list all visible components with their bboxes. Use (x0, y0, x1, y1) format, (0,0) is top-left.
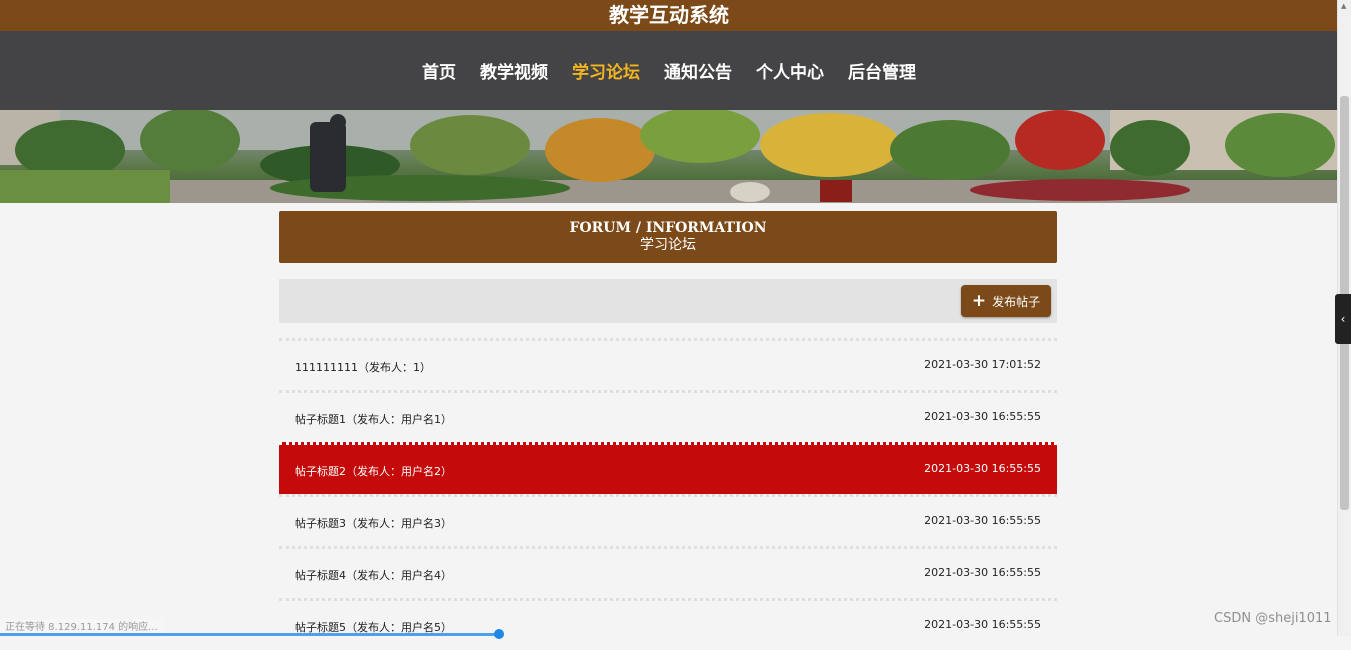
post-date: 2021-03-30 16:55:55 (924, 514, 1041, 527)
post-row-hovered[interactable]: 帖子标题2（发布人：用户名2） 2021-03-30 16:55:55 (279, 442, 1057, 494)
nav-item-notices[interactable]: 通知公告 (664, 58, 732, 83)
publish-post-button[interactable]: + 发布帖子 (961, 285, 1051, 317)
banner-image (0, 110, 1338, 203)
post-title[interactable]: 帖子标题3（发布人：用户名3） (295, 515, 452, 531)
watermark-text: CSDN @sheji1011 (1214, 611, 1332, 626)
main-nav: 首页 教学视频 学习论坛 通知公告 个人中心 后台管理 (0, 31, 1338, 110)
forum-toolbar: + 发布帖子 (279, 279, 1057, 323)
nav-item-home[interactable]: 首页 (422, 58, 456, 83)
post-row[interactable]: 111111111（发布人：1） 2021-03-30 17:01:52 (279, 338, 1057, 390)
loading-indicator-icon (494, 629, 504, 639)
post-title[interactable]: 帖子标题4（发布人：用户名4） (295, 567, 452, 583)
post-row[interactable]: 帖子标题5（发布人：用户名5） 2021-03-30 16:55:55 (279, 598, 1057, 650)
post-title[interactable]: 帖子标题1（发布人：用户名1） (295, 411, 452, 427)
post-date: 2021-03-30 16:55:55 (924, 462, 1041, 475)
post-date: 2021-03-30 16:55:55 (924, 618, 1041, 631)
nav-item-forum[interactable]: 学习论坛 (572, 58, 640, 83)
scroll-up-icon[interactable]: ▲ (1341, 2, 1346, 10)
post-list: 111111111（发布人：1） 2021-03-30 17:01:52 帖子标… (279, 338, 1057, 650)
nav-item-profile[interactable]: 个人中心 (756, 58, 824, 83)
nav-item-videos[interactable]: 教学视频 (480, 58, 548, 83)
post-row[interactable]: 帖子标题4（发布人：用户名4） 2021-03-30 16:55:55 (279, 546, 1057, 598)
chevron-left-icon: ‹ (1340, 312, 1346, 326)
site-title: 教学互动系统 (0, 0, 1338, 31)
post-date: 2021-03-30 16:55:55 (924, 566, 1041, 579)
post-row[interactable]: 帖子标题3（发布人：用户名3） 2021-03-30 16:55:55 (279, 494, 1057, 546)
publish-post-label: 发布帖子 (992, 294, 1041, 309)
banner-scene (0, 110, 1338, 203)
section-title-cn: 学习论坛 (640, 237, 696, 253)
post-row[interactable]: 帖子标题1（发布人：用户名1） 2021-03-30 16:55:55 (279, 390, 1057, 442)
side-panel-toggle[interactable]: ‹ (1335, 294, 1351, 344)
plus-icon: + (971, 290, 987, 311)
nav-item-admin[interactable]: 后台管理 (848, 58, 916, 83)
post-date: 2021-03-30 16:55:55 (924, 410, 1041, 423)
post-date: 2021-03-30 17:01:52 (924, 358, 1041, 371)
post-title[interactable]: 111111111（发布人：1） (295, 359, 431, 375)
section-header: FORUM / INFORMATION 学习论坛 (279, 211, 1057, 263)
section-title-en: FORUM / INFORMATION (569, 220, 767, 236)
post-title[interactable]: 帖子标题2（发布人：用户名2） (295, 463, 452, 479)
